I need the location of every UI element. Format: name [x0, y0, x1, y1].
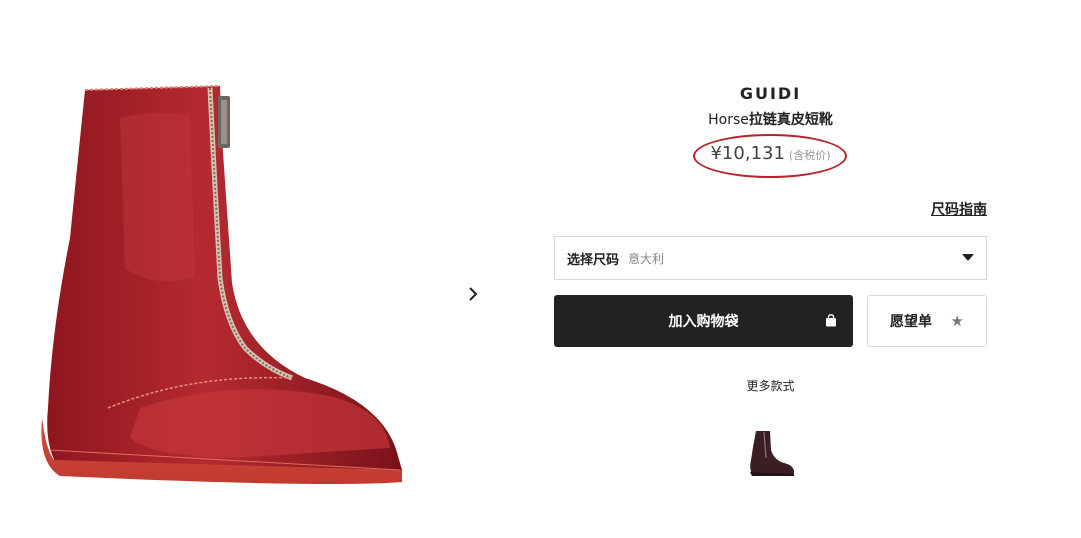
shopping-bag-icon: [826, 314, 836, 327]
add-to-bag-button[interactable]: 加入购物袋: [554, 295, 853, 347]
wishlist-button[interactable]: 愿望单 ★: [867, 295, 987, 347]
next-image-button[interactable]: [462, 282, 484, 306]
price-highlight-ring: [693, 134, 847, 178]
product-title: Horse拉链真皮短靴: [554, 109, 987, 129]
product-page: GUIDI Horse拉链真皮短靴 ¥10,131 (含税价) 尺码指南 选择尺码…: [0, 0, 1081, 538]
size-select[interactable]: 选择尺码 意大利: [554, 236, 987, 280]
product-title-latin: Horse: [708, 112, 749, 128]
brand-name[interactable]: GUIDI: [554, 84, 987, 103]
star-icon: ★: [950, 312, 964, 330]
size-guide-link[interactable]: 尺码指南: [931, 199, 987, 219]
more-styles-heading: 更多款式: [746, 379, 795, 393]
size-select-value: 意大利: [628, 251, 665, 266]
size-select-label: 选择尺码: [567, 252, 620, 268]
product-title-cjk: 拉链真皮短靴: [748, 112, 833, 128]
variant-thumbnail[interactable]: [744, 428, 798, 478]
chevron-right-icon: [469, 287, 478, 301]
add-to-bag-label: 加入购物袋: [668, 314, 739, 330]
caret-down-icon: [962, 254, 974, 261]
wishlist-label: 愿望单: [890, 314, 932, 330]
product-image[interactable]: [30, 78, 410, 498]
product-gallery: [0, 0, 500, 538]
